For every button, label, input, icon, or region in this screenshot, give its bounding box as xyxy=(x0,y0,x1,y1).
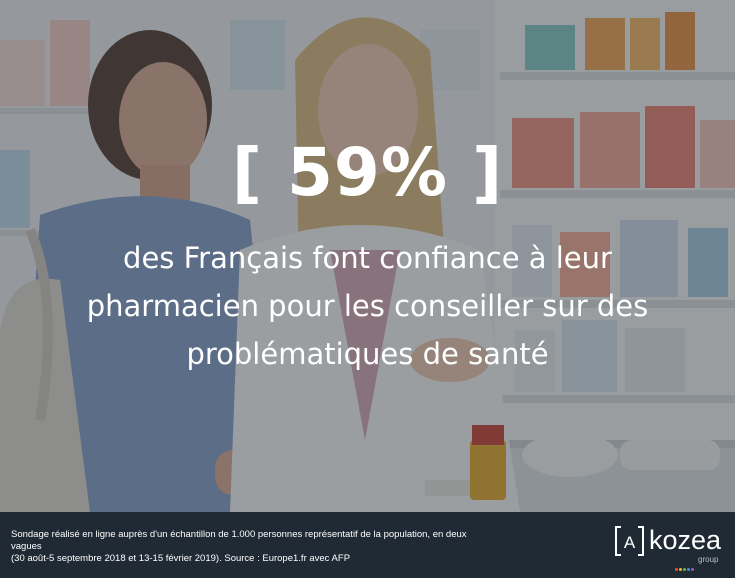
source-note-line: Sondage réalisé en ligne auprès d'un éch… xyxy=(11,529,467,552)
logo-color-dots xyxy=(675,559,695,571)
source-note: Sondage réalisé en ligne auprès d'un éch… xyxy=(11,529,491,565)
headline-line: problématiques de santé xyxy=(186,337,549,371)
logo-dot xyxy=(691,568,694,571)
headline-line: des Français font confiance à leur xyxy=(123,241,612,275)
statistic-percentage: [ 59% ] xyxy=(231,134,504,211)
logo-dot xyxy=(675,568,678,571)
logo-dot xyxy=(683,568,686,571)
logo-dot xyxy=(687,568,690,571)
logo-letter: A xyxy=(624,533,636,552)
logo-bracket-icon: A xyxy=(615,526,644,556)
source-note-line: (30 août-5 septembre 2018 et 13-15 févri… xyxy=(11,553,351,564)
logo-subtitle: group xyxy=(698,555,719,564)
logo-wordmark: kozea xyxy=(649,525,722,555)
kozea-group-logo: A kozea group xyxy=(614,525,729,571)
footer-bar: Sondage réalisé en ligne auprès d'un éch… xyxy=(0,512,735,578)
headline-text: des Français font confiance à leur pharm… xyxy=(20,234,715,378)
headline-line: pharmacien pour les conseiller sur des xyxy=(86,289,649,323)
logo-dot xyxy=(679,568,682,571)
infographic-card: [ 59% ] des Français font confiance à le… xyxy=(0,0,735,578)
